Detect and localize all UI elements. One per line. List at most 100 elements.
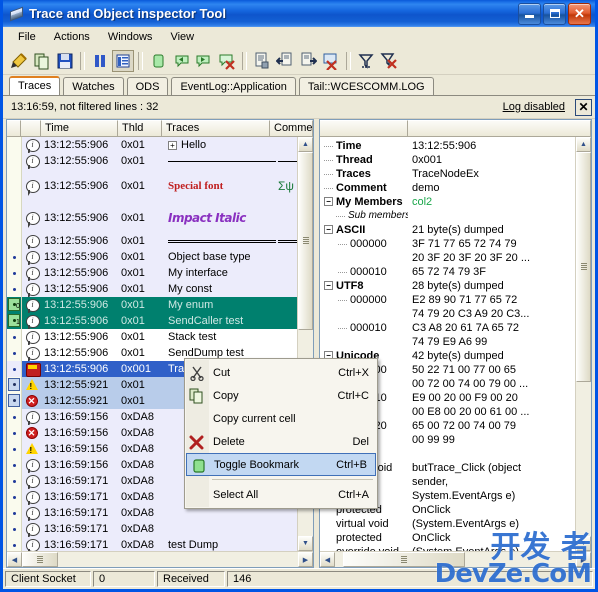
table-row[interactable]: i 13:12:55:906 0x01 My const [7, 281, 297, 297]
menu-item-windows[interactable]: Windows [99, 29, 162, 45]
row-bookmark-cell[interactable] [7, 441, 22, 457]
scroll-down-icon[interactable]: ▼ [576, 536, 591, 551]
row-bookmark-cell[interactable] [7, 409, 22, 425]
previous-bookmark-icon[interactable] [170, 50, 192, 72]
tab-watches[interactable]: Watches [63, 77, 124, 95]
scroll-right-icon[interactable]: ▶ [298, 552, 313, 567]
menu-item-file[interactable]: File [9, 29, 45, 45]
table-row[interactable]: i 13:16:59:171 0xDA8 test Dump [7, 537, 297, 551]
column-header-traces[interactable]: Traces [162, 120, 270, 136]
filter-icon[interactable] [355, 50, 377, 72]
row-bookmark-cell[interactable] [7, 377, 22, 393]
context-menu-item-select-all[interactable]: Select All Ctrl+A [185, 483, 377, 506]
clear-bookmarks-icon[interactable] [216, 50, 238, 72]
column-header-comment[interactable]: Commer [270, 120, 313, 136]
tab-tail-wcescomm-log[interactable]: Tail::WCESCOMM.LOG [298, 77, 434, 95]
bookmark-square-icon[interactable] [8, 378, 20, 391]
scroll-thumb[interactable] [298, 152, 313, 330]
previous-page-icon[interactable] [274, 50, 296, 72]
row-bookmark-cell[interactable]: 1 [7, 313, 22, 329]
minimize-button[interactable] [518, 2, 541, 25]
table-row[interactable]: i 13:12:55:906 0x01 Object base type [7, 249, 297, 265]
inspector-column-header-value[interactable] [408, 120, 591, 136]
table-row[interactable]: 0 i 13:12:55:906 0x01 My enum [7, 297, 297, 313]
scroll-up-icon[interactable]: ▲ [298, 137, 313, 152]
context-menu-item-copy[interactable]: Copy Ctrl+C [185, 384, 377, 407]
table-row[interactable]: i 13:12:55:906 0x01 [7, 233, 297, 249]
inspector-horizontal-scrollbar[interactable]: ◀ ▶ [320, 551, 591, 567]
delete-page-icon[interactable] [320, 50, 342, 72]
bookmark-toggle-icon[interactable] [147, 50, 169, 72]
context-menu-item-copy-current-cell[interactable]: Copy current cell [185, 407, 377, 430]
row-bookmark-cell[interactable] [7, 153, 22, 169]
row-bookmark-cell[interactable] [7, 169, 22, 203]
table-row[interactable]: i 13:12:55:906 0x01 + Hello [7, 137, 297, 153]
table-row[interactable]: i 13:12:55:906 0x01 [7, 153, 297, 169]
row-bookmark-cell[interactable] [7, 425, 22, 441]
column-header-icon[interactable] [21, 120, 41, 136]
list-item[interactable]: protected override void OnClick (System.… [320, 531, 575, 551]
next-bookmark-icon[interactable] [193, 50, 215, 72]
clear-traces-icon[interactable] [8, 50, 30, 72]
context-menu-item-toggle-bookmark[interactable]: Toggle Bookmark Ctrl+B [186, 453, 376, 476]
scroll-left-icon[interactable]: ◀ [7, 552, 22, 567]
menu-item-actions[interactable]: Actions [45, 29, 99, 45]
menu-item-view[interactable]: View [161, 29, 203, 45]
copy-icon[interactable] [31, 50, 53, 72]
list-item[interactable]: 000010 C3 A8 20 61 7A 65 72 74 79 E9 A6 … [320, 321, 575, 349]
tab-traces[interactable]: Traces [9, 76, 61, 95]
table-row[interactable]: i 13:16:59:171 0xDA8 [7, 521, 297, 537]
tab-ods[interactable]: ODS [126, 77, 169, 95]
table-row[interactable]: 1 i 13:12:55:906 0x01 SendCaller test [7, 313, 297, 329]
trace-horizontal-scrollbar[interactable]: ◀ ▶ [7, 551, 313, 567]
list-item[interactable]: Traces TraceNodeEx [320, 167, 575, 181]
table-row[interactable]: i 13:12:55:906 0x01 Impact Italic [7, 203, 297, 233]
row-bookmark-cell[interactable] [7, 281, 22, 297]
row-bookmark-cell[interactable] [7, 345, 22, 361]
list-item[interactable]: 000010 65 72 74 79 3F [320, 265, 575, 279]
context-menu-item-cut[interactable]: Cut Ctrl+X [185, 361, 377, 384]
list-item[interactable]: − UTF8 28 byte(s) dumped [320, 279, 575, 293]
scroll-down-icon[interactable]: ▼ [298, 536, 313, 551]
close-infobar-button[interactable]: ✕ [575, 98, 592, 116]
column-header-thld[interactable]: Thld [118, 120, 162, 136]
bookmark-square-icon[interactable] [8, 394, 20, 407]
row-bookmark-cell[interactable] [7, 505, 22, 521]
save-icon[interactable] [54, 50, 76, 72]
scroll-thumb-h[interactable] [343, 552, 465, 567]
scroll-track[interactable] [576, 152, 591, 536]
row-bookmark-cell[interactable] [7, 203, 22, 233]
inspector-column-header-name[interactable] [320, 120, 408, 136]
clear-filter-icon[interactable] [378, 50, 400, 72]
collapse-minus-icon[interactable]: − [324, 225, 333, 234]
maximize-button[interactable] [543, 2, 566, 25]
row-bookmark-cell[interactable] [7, 233, 22, 249]
column-header-time[interactable]: Time [41, 120, 118, 136]
row-bookmark-cell[interactable] [7, 329, 22, 345]
scroll-thumb-h[interactable] [22, 552, 58, 567]
row-bookmark-cell[interactable] [7, 249, 22, 265]
tab-eventlog-application[interactable]: EventLog::Application [171, 77, 296, 95]
context-menu-item-delete[interactable]: Delete Del [185, 430, 377, 453]
row-bookmark-cell[interactable] [7, 537, 22, 551]
row-bookmark-cell[interactable] [7, 265, 22, 281]
list-item[interactable]: − My Members col2 [320, 195, 575, 209]
page-setup-icon[interactable] [251, 50, 273, 72]
row-bookmark-cell[interactable] [7, 361, 22, 377]
pause-icon[interactable] [89, 50, 111, 72]
list-item[interactable]: Comment demo [320, 181, 575, 195]
scroll-right-icon[interactable]: ▶ [576, 552, 591, 567]
list-item[interactable]: Thread 0x001 [320, 153, 575, 167]
list-item[interactable]: − ASCII 21 byte(s) dumped [320, 223, 575, 237]
next-page-icon[interactable] [297, 50, 319, 72]
scroll-thumb[interactable] [576, 152, 591, 382]
list-item[interactable]: Time 13:12:55:906 [320, 139, 575, 153]
inspector-vertical-scrollbar[interactable]: ▲ ▼ [575, 137, 591, 551]
row-bookmark-cell[interactable]: 0 [7, 297, 22, 313]
row-bookmark-cell[interactable] [7, 473, 22, 489]
row-bookmark-cell[interactable] [7, 521, 22, 537]
row-bookmark-cell[interactable] [7, 457, 22, 473]
scroll-up-icon[interactable]: ▲ [576, 137, 591, 152]
scroll-track-h[interactable] [335, 552, 576, 567]
expand-plus-icon[interactable]: + [168, 140, 177, 150]
